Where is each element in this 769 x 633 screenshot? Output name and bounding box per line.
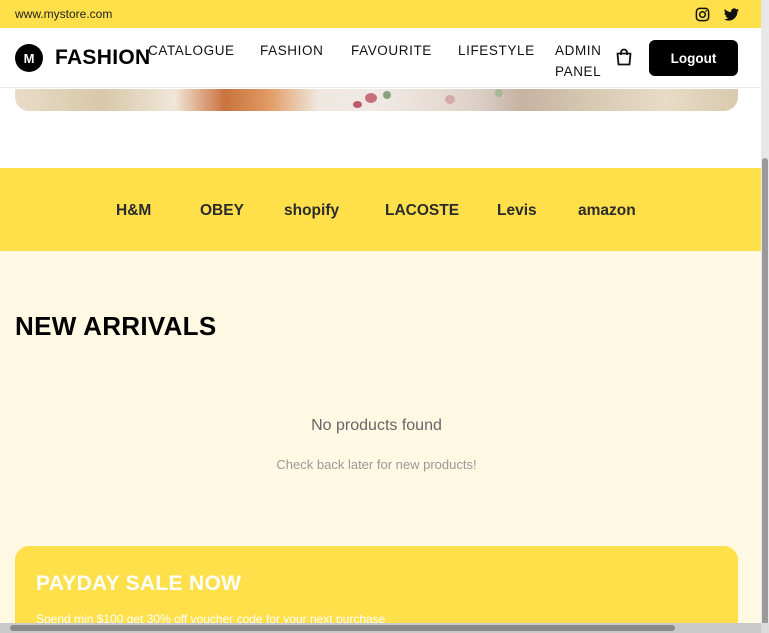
brand-levis[interactable]: Levis bbox=[497, 202, 537, 220]
section-title: NEW ARRIVALS bbox=[15, 311, 217, 341]
horizontal-scrollbar[interactable] bbox=[0, 623, 761, 633]
brand-strip: H&M OBEY shopify LACOSTE Levis amazon bbox=[0, 168, 761, 251]
nav-admin-panel[interactable]: ADMIN PANEL bbox=[555, 40, 609, 82]
brand-amazon[interactable]: amazon bbox=[578, 202, 636, 220]
horizontal-scroll-thumb[interactable] bbox=[10, 625, 675, 631]
vertical-scrollbar[interactable] bbox=[761, 0, 769, 633]
empty-state-subtitle: Check back later for new products! bbox=[276, 457, 477, 472]
nav-fashion[interactable]: FASHION bbox=[260, 40, 323, 61]
store-url: www.mystore.com bbox=[15, 7, 113, 21]
instagram-icon[interactable] bbox=[693, 5, 711, 23]
brand-obey[interactable]: OBEY bbox=[200, 202, 244, 220]
logo-badge[interactable]: M bbox=[15, 44, 43, 72]
nav-lifestyle[interactable]: LIFESTYLE bbox=[458, 40, 535, 61]
nav-favourite[interactable]: FAVOURITE bbox=[351, 40, 432, 61]
brand-lacoste[interactable]: LACOSTE bbox=[385, 202, 459, 220]
brand-shopify[interactable]: shopify bbox=[284, 202, 339, 220]
brand-hm[interactable]: H&M bbox=[116, 202, 151, 220]
sale-title: PAYDAY SALE NOW bbox=[36, 572, 242, 595]
sale-banner: PAYDAY SALE NOW Spend min $100 get 30% o… bbox=[15, 546, 738, 633]
brand-name[interactable]: FASHION bbox=[55, 46, 150, 70]
nav-catalogue[interactable]: CATALOGUE bbox=[148, 40, 235, 61]
twitter-icon[interactable] bbox=[722, 5, 740, 23]
hero-image bbox=[15, 89, 738, 111]
main-navbar: M FASHION CATALOGUE FASHION FAVOURITE LI… bbox=[0, 28, 761, 88]
logout-button[interactable]: Logout bbox=[649, 40, 738, 76]
shopping-bag-icon[interactable] bbox=[614, 47, 634, 67]
top-bar: www.mystore.com bbox=[0, 0, 761, 28]
scrollbar-corner bbox=[761, 623, 769, 633]
empty-state-title: No products found bbox=[311, 417, 442, 434]
vertical-scroll-thumb[interactable] bbox=[762, 158, 768, 628]
